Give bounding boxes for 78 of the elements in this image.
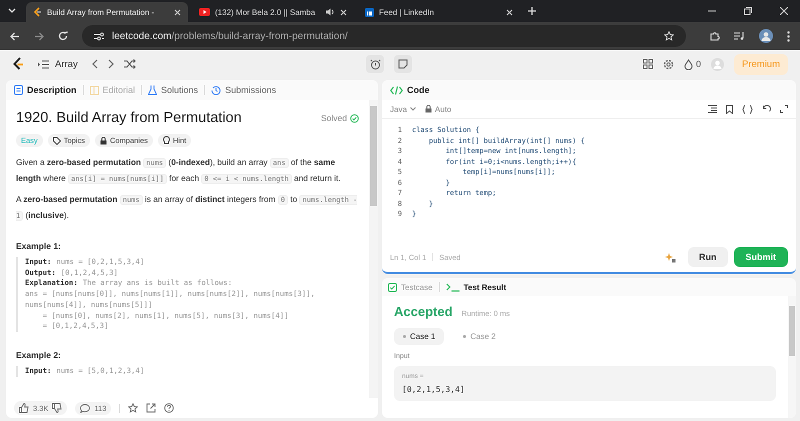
speaker-icon[interactable] xyxy=(326,8,335,16)
tab-list-icon[interactable] xyxy=(8,8,16,14)
history-icon xyxy=(211,85,222,95)
lock-icon xyxy=(424,105,432,113)
close-icon[interactable] xyxy=(340,8,347,16)
problem-title: 1920. Build Array from Permutation xyxy=(16,110,242,126)
leetcode-logo-icon[interactable] xyxy=(12,57,24,71)
share-icon[interactable] xyxy=(146,403,156,413)
avatar-icon[interactable] xyxy=(759,29,773,43)
help-icon[interactable] xyxy=(164,403,174,413)
solved-status: Solved xyxy=(321,113,347,123)
flask-icon xyxy=(148,85,158,95)
site-settings-icon[interactable] xyxy=(94,32,104,40)
expand-icon[interactable] xyxy=(780,105,788,113)
next-icon[interactable] xyxy=(108,59,114,69)
settings-icon[interactable] xyxy=(662,58,674,70)
panel-tab[interactable]: Description xyxy=(14,85,77,95)
notes-button[interactable] xyxy=(394,55,412,73)
browser-tab[interactable]: (132) Mor Bela 2.0 || Samba xyxy=(192,2,354,22)
document-icon xyxy=(14,85,23,95)
bookmark-icon[interactable] xyxy=(726,104,733,114)
scrollbar-thumb[interactable] xyxy=(789,306,795,356)
leetcode-logo-icon xyxy=(33,7,42,17)
restore-icon[interactable] xyxy=(744,7,752,15)
lock-icon xyxy=(100,136,107,144)
panel-tab[interactable]: Solutions xyxy=(148,85,198,95)
shuffle-icon[interactable] xyxy=(124,59,136,69)
sparkle-icon[interactable] xyxy=(665,252,676,262)
browser-tab[interactable]: Feed | LinkedIn xyxy=(358,2,520,22)
comment-icon[interactable] xyxy=(80,404,90,412)
previous-icon[interactable] xyxy=(92,59,98,69)
check-circle-icon xyxy=(350,114,359,122)
menu-icon[interactable] xyxy=(787,30,790,42)
scrollbar-thumb[interactable] xyxy=(370,106,377,206)
verdict-text: Accepted xyxy=(394,304,453,319)
thumbs-up-icon[interactable] xyxy=(19,403,29,413)
lightbulb-icon xyxy=(162,136,170,145)
checkbox-icon xyxy=(388,282,397,292)
star-icon[interactable] xyxy=(128,403,138,413)
panel-tab[interactable]: Submissions xyxy=(211,85,276,95)
problem-list-button[interactable]: Array xyxy=(38,58,78,70)
language-dropdown[interactable]: Java xyxy=(390,104,416,114)
panel-title: Code xyxy=(407,85,430,95)
new-tab-icon[interactable] xyxy=(528,7,536,15)
timer-button[interactable] xyxy=(366,55,384,73)
close-icon[interactable] xyxy=(506,8,513,16)
media-queue-icon[interactable] xyxy=(734,32,745,40)
puzzle-piece-icon[interactable] xyxy=(710,31,720,41)
chevron-down-icon xyxy=(410,107,416,111)
example-heading: Example 1: xyxy=(16,241,62,251)
streak-count: 0 xyxy=(696,59,701,69)
close-icon[interactable] xyxy=(174,8,181,16)
thumbs-down-icon[interactable] xyxy=(52,403,62,413)
forward-arrow-icon[interactable] xyxy=(34,32,44,40)
terminal-icon xyxy=(446,282,460,292)
close-icon[interactable] xyxy=(780,7,788,15)
address-field[interactable]: leetcode.com/problems/build-array-from-permutation/ xyxy=(82,25,686,47)
video-play-icon xyxy=(199,8,210,16)
example-heading: Example 2: xyxy=(16,350,62,360)
alarm-clock-icon xyxy=(370,58,381,70)
variable-value: [0,2,1,5,3,4] xyxy=(402,385,466,394)
browser-tab[interactable]: Build Array from Permutation - xyxy=(26,2,188,22)
run-button[interactable]: Run xyxy=(688,247,728,267)
reload-icon[interactable] xyxy=(58,31,68,41)
braces-icon[interactable] xyxy=(742,104,753,114)
back-arrow-icon[interactable] xyxy=(10,32,20,40)
code-brackets-icon xyxy=(390,86,403,94)
format-icon[interactable] xyxy=(708,105,717,113)
social-logo-icon xyxy=(365,8,374,16)
grid-layout-icon[interactable] xyxy=(642,59,653,69)
note-icon xyxy=(398,59,408,69)
case-tab[interactable]: Case 1 xyxy=(394,328,444,345)
list-icon xyxy=(38,60,49,68)
auto-mode-toggle[interactable]: Auto xyxy=(424,104,452,114)
console-tab[interactable]: Test Result xyxy=(446,282,506,292)
reset-icon[interactable] xyxy=(762,104,771,114)
book-icon xyxy=(90,85,99,95)
tag-icon xyxy=(52,136,61,144)
